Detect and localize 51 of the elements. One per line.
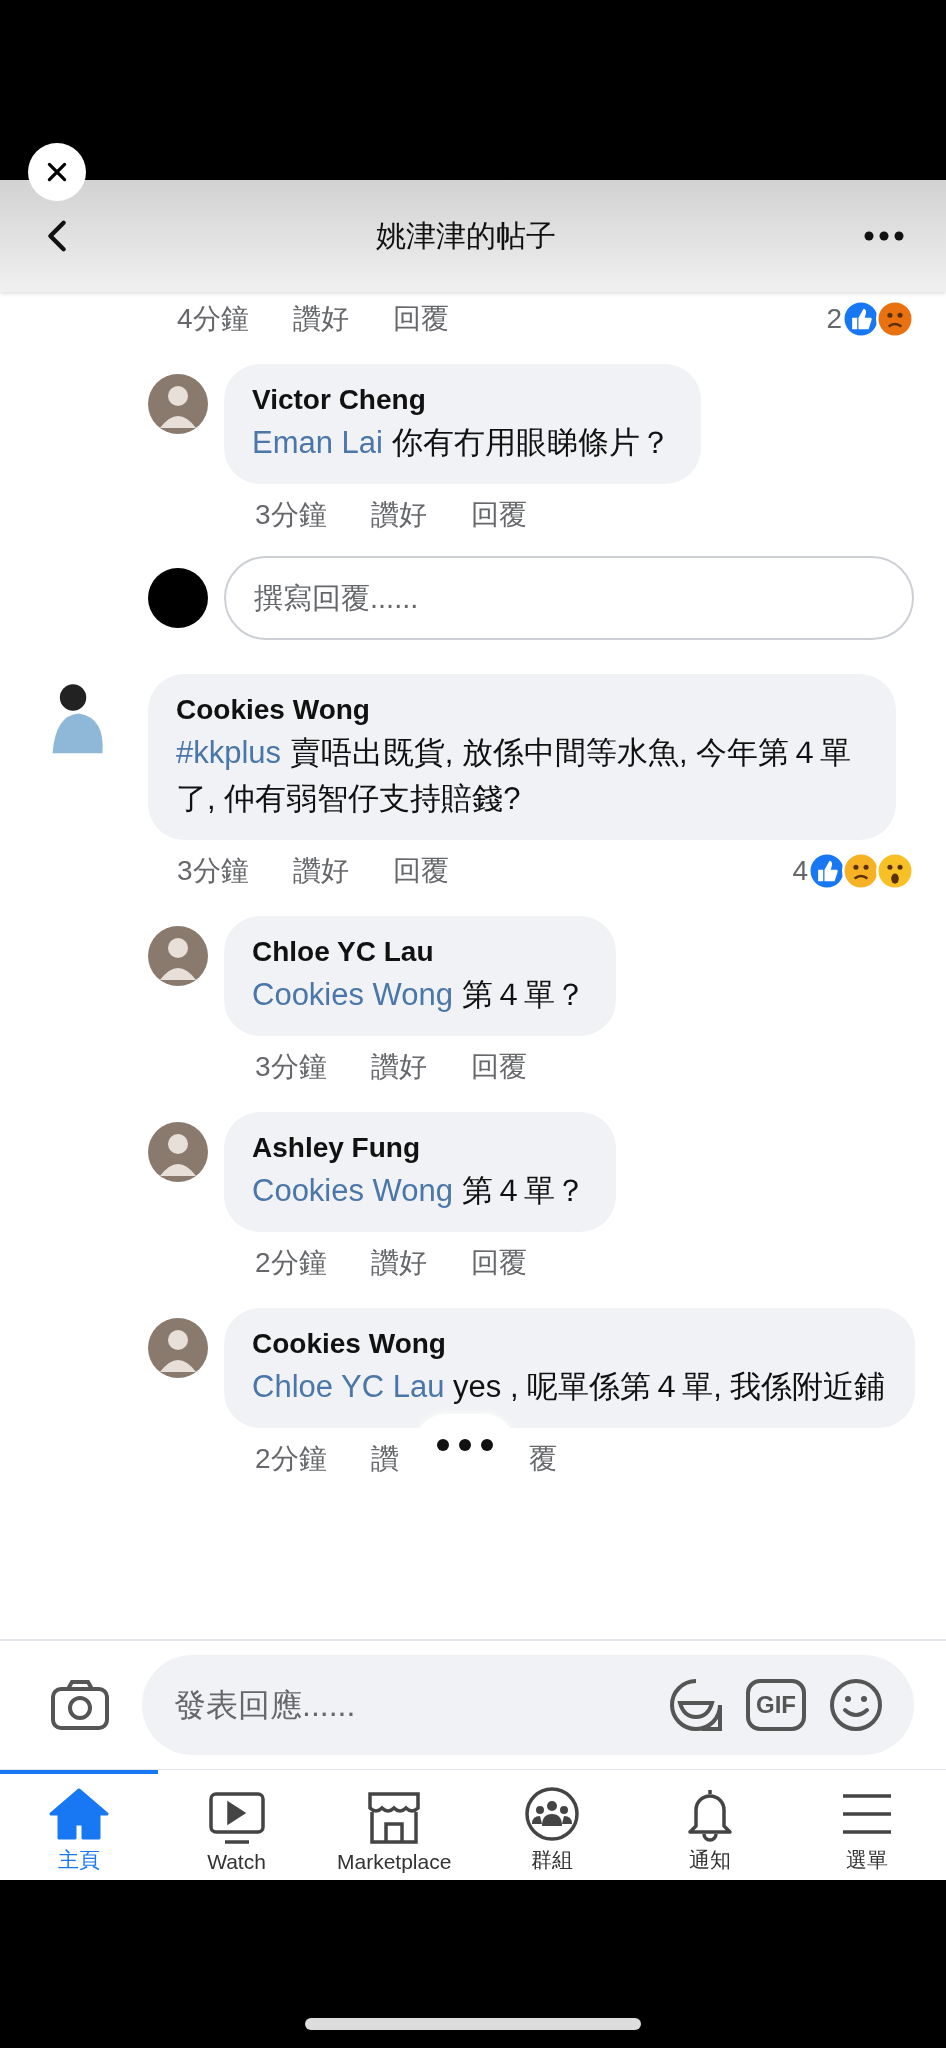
- emoji-icon[interactable]: [828, 1677, 884, 1733]
- time-text: 2分鐘: [255, 1442, 327, 1476]
- reply-link[interactable]: 回覆: [470, 1244, 527, 1282]
- reaction-count: 2: [826, 303, 842, 335]
- like-link[interactable]: 讚好: [370, 496, 427, 534]
- typing-dots-icon: [435, 1438, 495, 1452]
- back-icon[interactable]: [46, 219, 68, 253]
- reply-link[interactable]: 回覆: [392, 852, 449, 890]
- author-name[interactable]: Chloe YC Lau: [252, 932, 586, 972]
- reply-field[interactable]: 撰寫回覆......: [224, 556, 914, 640]
- user-avatar: [148, 568, 208, 628]
- comment-text: #kkplus 賣唔出既貨, 放係中間等水魚, 今年第４單了, 仲有弱智仔支持賠錢?: [176, 734, 853, 818]
- time-text: 3分鐘: [255, 498, 327, 532]
- author-name[interactable]: Cookies Wong: [176, 690, 866, 730]
- author-name[interactable]: Ashley Fung: [252, 1128, 586, 1168]
- camera-icon[interactable]: [50, 1679, 110, 1731]
- reply-link[interactable]: 回覆: [470, 1048, 527, 1086]
- comment-text: Cookies Wong 第４單？: [252, 1172, 586, 1210]
- like-reaction-icon: [842, 300, 880, 338]
- surprised-face-icon: [876, 852, 914, 890]
- sticker-icon[interactable]: [668, 1677, 724, 1733]
- like-link[interactable]: 讚好: [292, 852, 349, 890]
- angry-face-icon: [876, 300, 914, 338]
- author-name[interactable]: Cookies Wong: [252, 1324, 886, 1364]
- reply-link[interactable]: 回覆: [392, 300, 449, 338]
- time-text: 3分鐘: [177, 854, 249, 888]
- close-button[interactable]: [28, 143, 86, 201]
- like-link[interactable]: 讚好: [292, 300, 349, 338]
- comment-text: Cookies Wong 第４單？: [252, 976, 586, 1014]
- time-text: 2分鐘: [255, 1246, 327, 1280]
- like-link[interactable]: 讚: [370, 1440, 399, 1478]
- gif-button[interactable]: GIF: [746, 1679, 806, 1731]
- like-link[interactable]: 讚好: [370, 1048, 427, 1086]
- more-icon[interactable]: [864, 231, 904, 241]
- reply-link[interactable]: 覆: [528, 1440, 557, 1478]
- comment-text: Eman Lai 你有冇用眼睇條片？: [252, 424, 671, 462]
- like-reaction-icon: [808, 852, 846, 890]
- reply-link[interactable]: 回覆: [470, 496, 527, 534]
- comment-field[interactable]: 發表回應...... GIF: [142, 1655, 914, 1755]
- reaction-count: 4: [792, 855, 808, 887]
- mention-link[interactable]: Chloe YC Lau: [252, 1369, 445, 1404]
- mention-link[interactable]: #kkplus: [176, 735, 282, 770]
- mention-link[interactable]: Cookies Wong: [252, 1173, 454, 1208]
- mention-link[interactable]: Cookies Wong: [252, 977, 454, 1012]
- author-name[interactable]: Victor Cheng: [252, 380, 671, 420]
- comment-text: Chloe YC Lau yes , 呢單係第４單, 我係附近鋪: [252, 1368, 886, 1406]
- post-title: 姚津津的帖子: [376, 217, 556, 254]
- time-text: 3分鐘: [255, 1050, 327, 1084]
- like-link[interactable]: 讚好: [370, 1244, 427, 1282]
- time-text: 4分鐘: [177, 302, 249, 336]
- mention-link[interactable]: Eman Lai: [252, 425, 383, 460]
